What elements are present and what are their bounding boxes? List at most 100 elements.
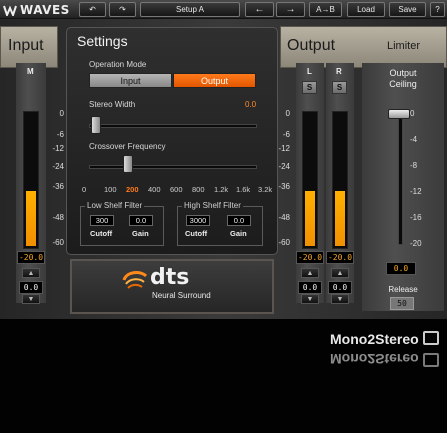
waves-logo: WAVES [3,2,70,17]
high-cutoff-field[interactable]: 3000 [186,215,210,226]
input-title: Input [8,37,44,54]
input-gain-up-button[interactable]: ▲ [22,268,40,278]
scale-label: -60 [278,238,290,247]
dts-logo-panel: dts Neural Surround [70,259,274,314]
stereo-width-slider-track[interactable] [89,124,257,128]
mono2stereo-icon [423,331,439,345]
release-value[interactable]: 50 [390,297,414,310]
output-left-gain-value[interactable]: 0.0 [298,281,322,294]
scale-label: 0 [285,109,290,118]
low-gain-field[interactable]: 0.0 [129,215,153,226]
crossover-tick-label: 0 [82,185,87,194]
crossover-frequency-label: Crossover Frequency [89,142,166,151]
scale-label: 0 [59,109,64,118]
save-button[interactable]: Save [389,2,426,17]
low-cutoff-field[interactable]: 300 [90,215,114,226]
output-right-channel: R S -20.0 ▲ 0.0 ▼ [326,63,354,304]
preset-display[interactable]: Setup A [140,2,240,17]
plugin-name-reflection: Mono2Stereo [330,351,419,367]
output-right-meter [332,111,348,249]
crossover-tick-label: 800 [192,185,205,194]
scale-label: -60 [52,238,64,247]
stereo-width-value: 0.0 [245,100,257,109]
crossover-tick-label: 200 [126,185,139,194]
crossover-tick-label: 600 [170,185,183,194]
mode-input-button[interactable]: Input [89,73,172,88]
scale-label: -6 [56,130,64,139]
output-header: Output Limiter [280,26,447,68]
stereo-width-slider-handle[interactable] [91,116,101,134]
output-right-label: R [336,67,342,76]
crossover-tick-label: 100 [104,185,117,194]
output-ceiling-slider-track[interactable] [398,113,403,245]
help-button[interactable]: ? [430,2,445,17]
scale-label: -24 [52,162,64,171]
stereo-width-label: Stereo Width [89,100,136,109]
mono2stereo-icon-reflection [423,353,439,367]
scale-label: -6 [282,130,290,139]
low-gain-label: Gain [132,229,149,238]
input-meter-level [26,191,36,246]
settings-panel: Settings Operation Mode Input Output Ste… [66,27,278,255]
low-shelf-label: Low Shelf Filter [85,201,145,210]
output-right-gain-down-button[interactable]: ▼ [331,294,349,304]
limiter-title: Limiter [387,40,421,52]
output-right-solo-button[interactable]: S [332,81,347,94]
plugin-panel: Input Output Limiter M -20.0 ▲ 0.0 ▼ 0 -… [0,19,447,319]
output-ceiling-label: Output Ceiling [389,68,417,89]
input-gain-value[interactable]: 0.0 [19,281,43,294]
limiter-scale-label: -12 [410,187,422,196]
limiter-scale-label: 0 [410,109,415,118]
scale-label: -12 [278,144,290,153]
top-toolbar: WAVES ↶ ↷ Setup A ← → A→B Load Save ? [0,0,447,19]
scale-label: -24 [278,162,290,171]
limiter-scale-label: -20 [410,239,422,248]
low-cutoff-label: Cutoff [90,229,113,238]
mode-output-button[interactable]: Output [173,73,256,88]
scale-label: -36 [278,182,290,191]
output-title: Output [287,37,336,54]
output-left-meter [302,111,318,249]
dts-swirl-icon [122,270,148,295]
dts-logo-text: dts [150,265,190,290]
output-left-gain-up-button[interactable]: ▲ [301,268,319,278]
footer: Mono2Stereo Mono2Stereo [0,319,447,433]
output-left-gain-down-button[interactable]: ▼ [301,294,319,304]
waves-logo-icon [3,4,17,16]
output-left-channel: L S -20.0 ▲ 0.0 ▼ [296,63,324,304]
low-shelf-group: Low Shelf Filter 300 0.0 Cutoff Gain [80,201,164,246]
high-shelf-group: High Shelf Filter 3000 0.0 Cutoff Gain [177,201,263,246]
redo-button[interactable]: ↷ [109,2,136,17]
output-left-meter-level [305,191,315,246]
high-gain-label: Gain [230,229,247,238]
output-ceiling-value[interactable]: 0.0 [386,262,416,275]
output-left-solo-button[interactable]: S [302,81,317,94]
crossover-slider-handle[interactable] [123,155,133,173]
ab-compare-button[interactable]: A→B [309,2,342,17]
output-right-meter-level [335,191,345,246]
scale-label: -36 [52,182,64,191]
next-preset-button[interactable]: → [276,2,305,17]
scale-label: -48 [52,213,64,222]
output-right-gain-up-button[interactable]: ▲ [331,268,349,278]
output-ceiling-slider-handle[interactable] [388,109,410,119]
crossover-slider-track[interactable] [89,165,257,169]
waves-logo-text: WAVES [20,2,70,17]
high-gain-field[interactable]: 0.0 [227,215,251,226]
crossover-tick-label: 1.6k [236,185,251,194]
undo-button[interactable]: ↶ [79,2,106,17]
redo-icon: ↷ [119,5,126,14]
load-button[interactable]: Load [347,2,385,17]
output-right-gain-value[interactable]: 0.0 [328,281,352,294]
input-gain-down-button[interactable]: ▼ [22,294,40,304]
high-shelf-label: High Shelf Filter [182,201,243,210]
input-meter [23,111,39,249]
settings-title: Settings [77,33,128,49]
prev-preset-button[interactable]: ← [245,2,274,17]
limiter-scale-label: -8 [410,161,418,170]
scale-label: -48 [278,213,290,222]
release-label: Release [388,285,418,294]
dts-tagline: Neural Surround [152,291,211,300]
scale-label: -12 [52,144,64,153]
input-peak-readout: -20.0 [17,251,45,264]
